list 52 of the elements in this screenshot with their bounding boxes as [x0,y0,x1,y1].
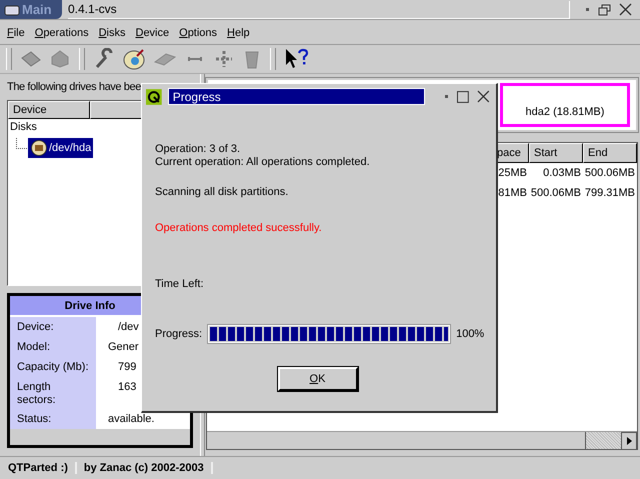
scrollbar-thumb[interactable] [586,432,621,449]
dialog-title: Progress [168,88,426,105]
help-pointer-icon[interactable] [283,47,311,71]
window-title: 0.4.1-cvs [68,0,570,18]
tree-item[interactable]: /dev/hda [28,138,94,158]
drives-label: The following drives have bee [7,80,142,95]
column-header[interactable]: End [583,143,637,163]
minimize-icon[interactable] [445,94,450,98]
status-line: Operation: 3 of 3. [155,143,240,155]
field-value: /dev [118,321,139,333]
menu-item[interactable]: Help [227,27,250,39]
field-label: Length sectors: [17,381,57,407]
menu-item[interactable]: Operations [34,27,89,39]
menu-item[interactable]: Device [135,27,170,39]
progress-label: Progress: [155,328,202,340]
field-label: Model: [17,341,50,353]
field-label: Status: [17,413,52,425]
field-value: available. [108,413,154,425]
field-value: 799 [118,361,136,373]
field-label: Capacity (Mb): [17,361,89,373]
partition-block[interactable]: hda2 (18.81MB) [500,83,630,127]
close-icon[interactable] [477,90,490,103]
progress-percent: 100% [456,328,484,340]
minimize-icon[interactable] [586,8,590,12]
column-header[interactable]: Device [8,101,90,119]
column-header[interactable]: Start [529,143,583,163]
horizontal-scrollbar[interactable] [207,431,637,449]
app-icon [146,88,162,104]
table-cell: 500.06MB [584,167,635,179]
ok-button[interactable]: OK [278,367,358,391]
status-text: by Zanac (c) 2002-2003 [84,462,213,474]
field-value: Gener [108,341,139,353]
table-cell: 0.03MB [543,167,581,179]
field-value: 163 [118,381,136,393]
maximize-icon[interactable] [457,90,470,102]
result-message: Operations completed sucessfully. [155,222,322,234]
tree-item[interactable]: Disks [10,121,37,133]
status-line: Current operation: All operations completed. [155,156,370,168]
scan-message: Scanning all disk partitions. [155,186,288,198]
menu-item[interactable]: File [7,27,25,39]
status-text: QTParted :) [8,462,77,474]
table-cell: 81MB [498,187,527,199]
time-left-label: Time Left: [155,278,204,290]
field-label: Device: [17,321,54,333]
table-cell: 500.06MB [530,187,581,199]
close-icon[interactable] [619,3,632,16]
restore-icon[interactable] [598,4,611,16]
table-cell: 799.31MB [584,187,635,199]
menu-item[interactable]: Options [179,27,218,39]
table-cell: 25MB [498,167,527,179]
menu-item[interactable]: Disks [98,27,126,39]
panel-title: Drive Info [64,300,116,312]
